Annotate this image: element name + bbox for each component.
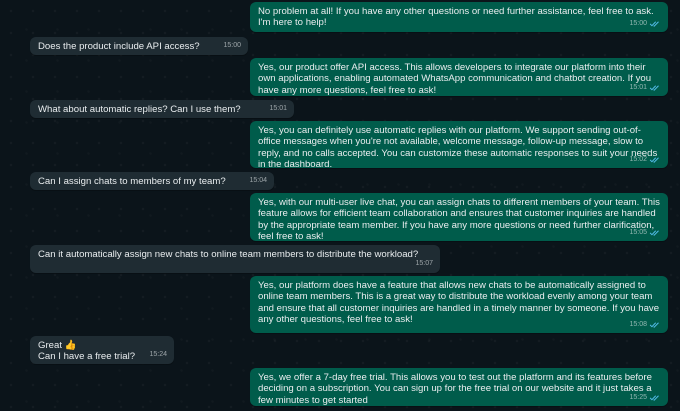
message-text: What about automatic replies? Can I use … — [38, 104, 241, 115]
outgoing-message[interactable]: Yes, with our multi-user live chat, you … — [250, 193, 668, 243]
incoming-message[interactable]: Great 👍 Can I have a free trial? 15:24 — [30, 336, 174, 364]
outgoing-message[interactable]: No problem at all! If you have any other… — [250, 2, 668, 32]
incoming-message[interactable]: Does the product include API access? 15:… — [30, 37, 248, 55]
outgoing-message[interactable]: Yes, our product offer API access. This … — [250, 58, 668, 96]
message-time: 15:01 — [269, 104, 287, 112]
message-time: 15:00 — [629, 19, 647, 27]
message-time: 15:07 — [415, 259, 433, 267]
double-check-icon — [649, 322, 659, 328]
outgoing-message[interactable]: Yes, we offer a 7-day free trial. This a… — [250, 368, 668, 406]
message-text: Yes, you can definitely use automatic re… — [258, 125, 660, 171]
message-time: 15:05 — [629, 228, 647, 236]
double-check-icon — [649, 85, 659, 91]
message-text: Yes, our product offer API access. This … — [258, 62, 654, 96]
message-time: 15:02 — [629, 155, 647, 163]
message-time: 15:04 — [249, 176, 267, 184]
message-time: 15:01 — [629, 83, 647, 91]
double-check-icon — [649, 230, 659, 236]
message-text: Can I assign chats to members of my team… — [38, 176, 226, 187]
message-text: Yes, we offer a 7-day free trial. This a… — [258, 372, 655, 406]
incoming-message[interactable]: Can I assign chats to members of my team… — [30, 172, 274, 190]
incoming-message[interactable]: What about automatic replies? Can I use … — [30, 100, 294, 118]
incoming-message[interactable]: Can it automatically assign new chats to… — [30, 245, 440, 273]
double-check-icon — [649, 21, 659, 27]
message-text: Does the product include API access? — [38, 41, 200, 52]
double-check-icon — [649, 157, 659, 163]
message-time: 15:08 — [629, 320, 647, 328]
message-text: No problem at all! If you have any other… — [258, 6, 657, 29]
message-time: 15:00 — [223, 41, 241, 49]
outgoing-message[interactable]: Yes, you can definitely use automatic re… — [250, 121, 668, 171]
message-time: 15:24 — [149, 350, 167, 358]
message-text: Can it automatically assign new chats to… — [38, 249, 419, 260]
outgoing-message[interactable]: Yes, our platform does have a feature th… — [250, 276, 668, 333]
message-text: Yes, with our multi-user live chat, you … — [258, 197, 663, 243]
message-text: Yes, our platform does have a feature th… — [258, 280, 662, 326]
message-time: 15:25 — [629, 393, 647, 401]
message-text: Great 👍 Can I have a free trial? — [38, 340, 136, 363]
double-check-icon — [649, 395, 659, 401]
